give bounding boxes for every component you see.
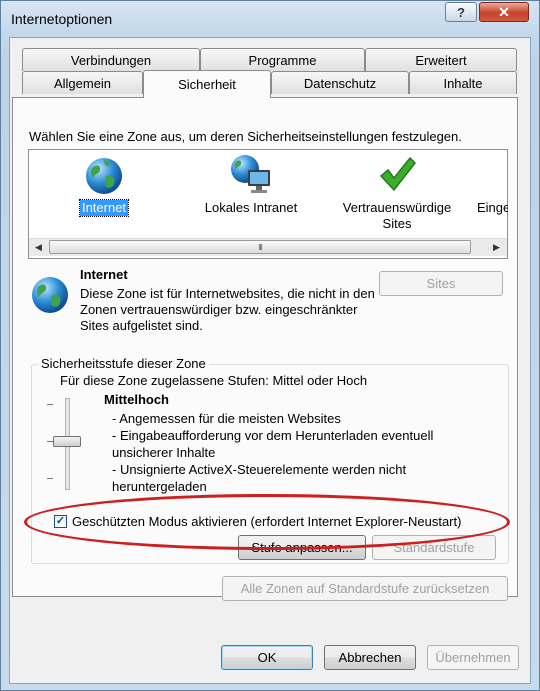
allowed-levels-text: Für diese Zone zugelassene Stufen: Mitte… [60,373,368,388]
reset-all-zones-button[interactable]: Alle Zonen auf Standardstufe zurücksetze… [222,576,508,601]
security-level-name: Mittelhoch [104,392,169,407]
scroll-left-arrow-icon[interactable]: ◀ [30,239,47,256]
globe-icon [86,158,122,194]
checkmark-icon [379,156,416,192]
level-bullet: - Angemessen für die meisten Websites [112,411,341,426]
level-bullet: - Unsignierte ActiveX-Steuerelemente wer… [112,462,407,494]
selected-zone-title: Internet [80,267,128,282]
zone-restricted-label: Einge [477,200,508,215]
cancel-button[interactable]: Abbrechen [324,645,416,670]
scrollbar-thumb[interactable]: III [49,240,471,254]
scrollbar-grip: III [258,242,263,252]
scroll-right-arrow-icon[interactable]: ▶ [488,239,505,256]
default-level-button[interactable]: Standardstufe [372,535,496,560]
slider-tick [47,404,53,405]
intranet-icon [231,155,270,193]
protected-mode-label[interactable]: Geschützten Modus aktivieren (erfordert … [72,514,461,529]
zone-list[interactable]: Internet Lokales Intranet Vertrauenswürd… [28,149,508,259]
protected-mode-checkbox[interactable]: ✓ [54,515,67,528]
sites-button[interactable]: Sites [379,271,503,296]
security-level-legend: Sicherheitsstufe dieser Zone [38,356,209,371]
zone-internet[interactable]: Internet [69,156,139,217]
ok-button[interactable]: OK [221,645,313,670]
zone-horizontal-scrollbar[interactable]: ◀ III ▶ [29,238,507,256]
custom-level-button[interactable]: Stufe anpassen... [238,535,366,560]
zone-internet-label: Internet [78,199,130,217]
zone-local-intranet[interactable]: Lokales Intranet [191,152,311,216]
security-level-description: - Angemessen für die meisten Websites - … [112,410,472,495]
globe-icon [32,277,68,313]
slider-tick [47,478,53,479]
zone-intranet-label: Lokales Intranet [204,200,298,215]
zone-trusted-sites[interactable]: Vertrauenswürdige Sites [327,154,467,232]
zone-trusted-label: Vertrauenswürdige Sites [342,200,452,231]
apply-button[interactable]: Übernehmen [427,645,519,670]
zone-restricted-sites[interactable]: Einge [475,200,508,216]
level-bullet: - Eingabeaufforderung vor dem Herunterla… [112,428,434,460]
security-level-slider-thumb[interactable] [53,436,81,447]
zone-intro-text: Wählen Sie eine Zone aus, um deren Siche… [29,129,462,144]
selected-zone-description: Diese Zone ist für Internetwebsites, die… [80,286,375,333]
